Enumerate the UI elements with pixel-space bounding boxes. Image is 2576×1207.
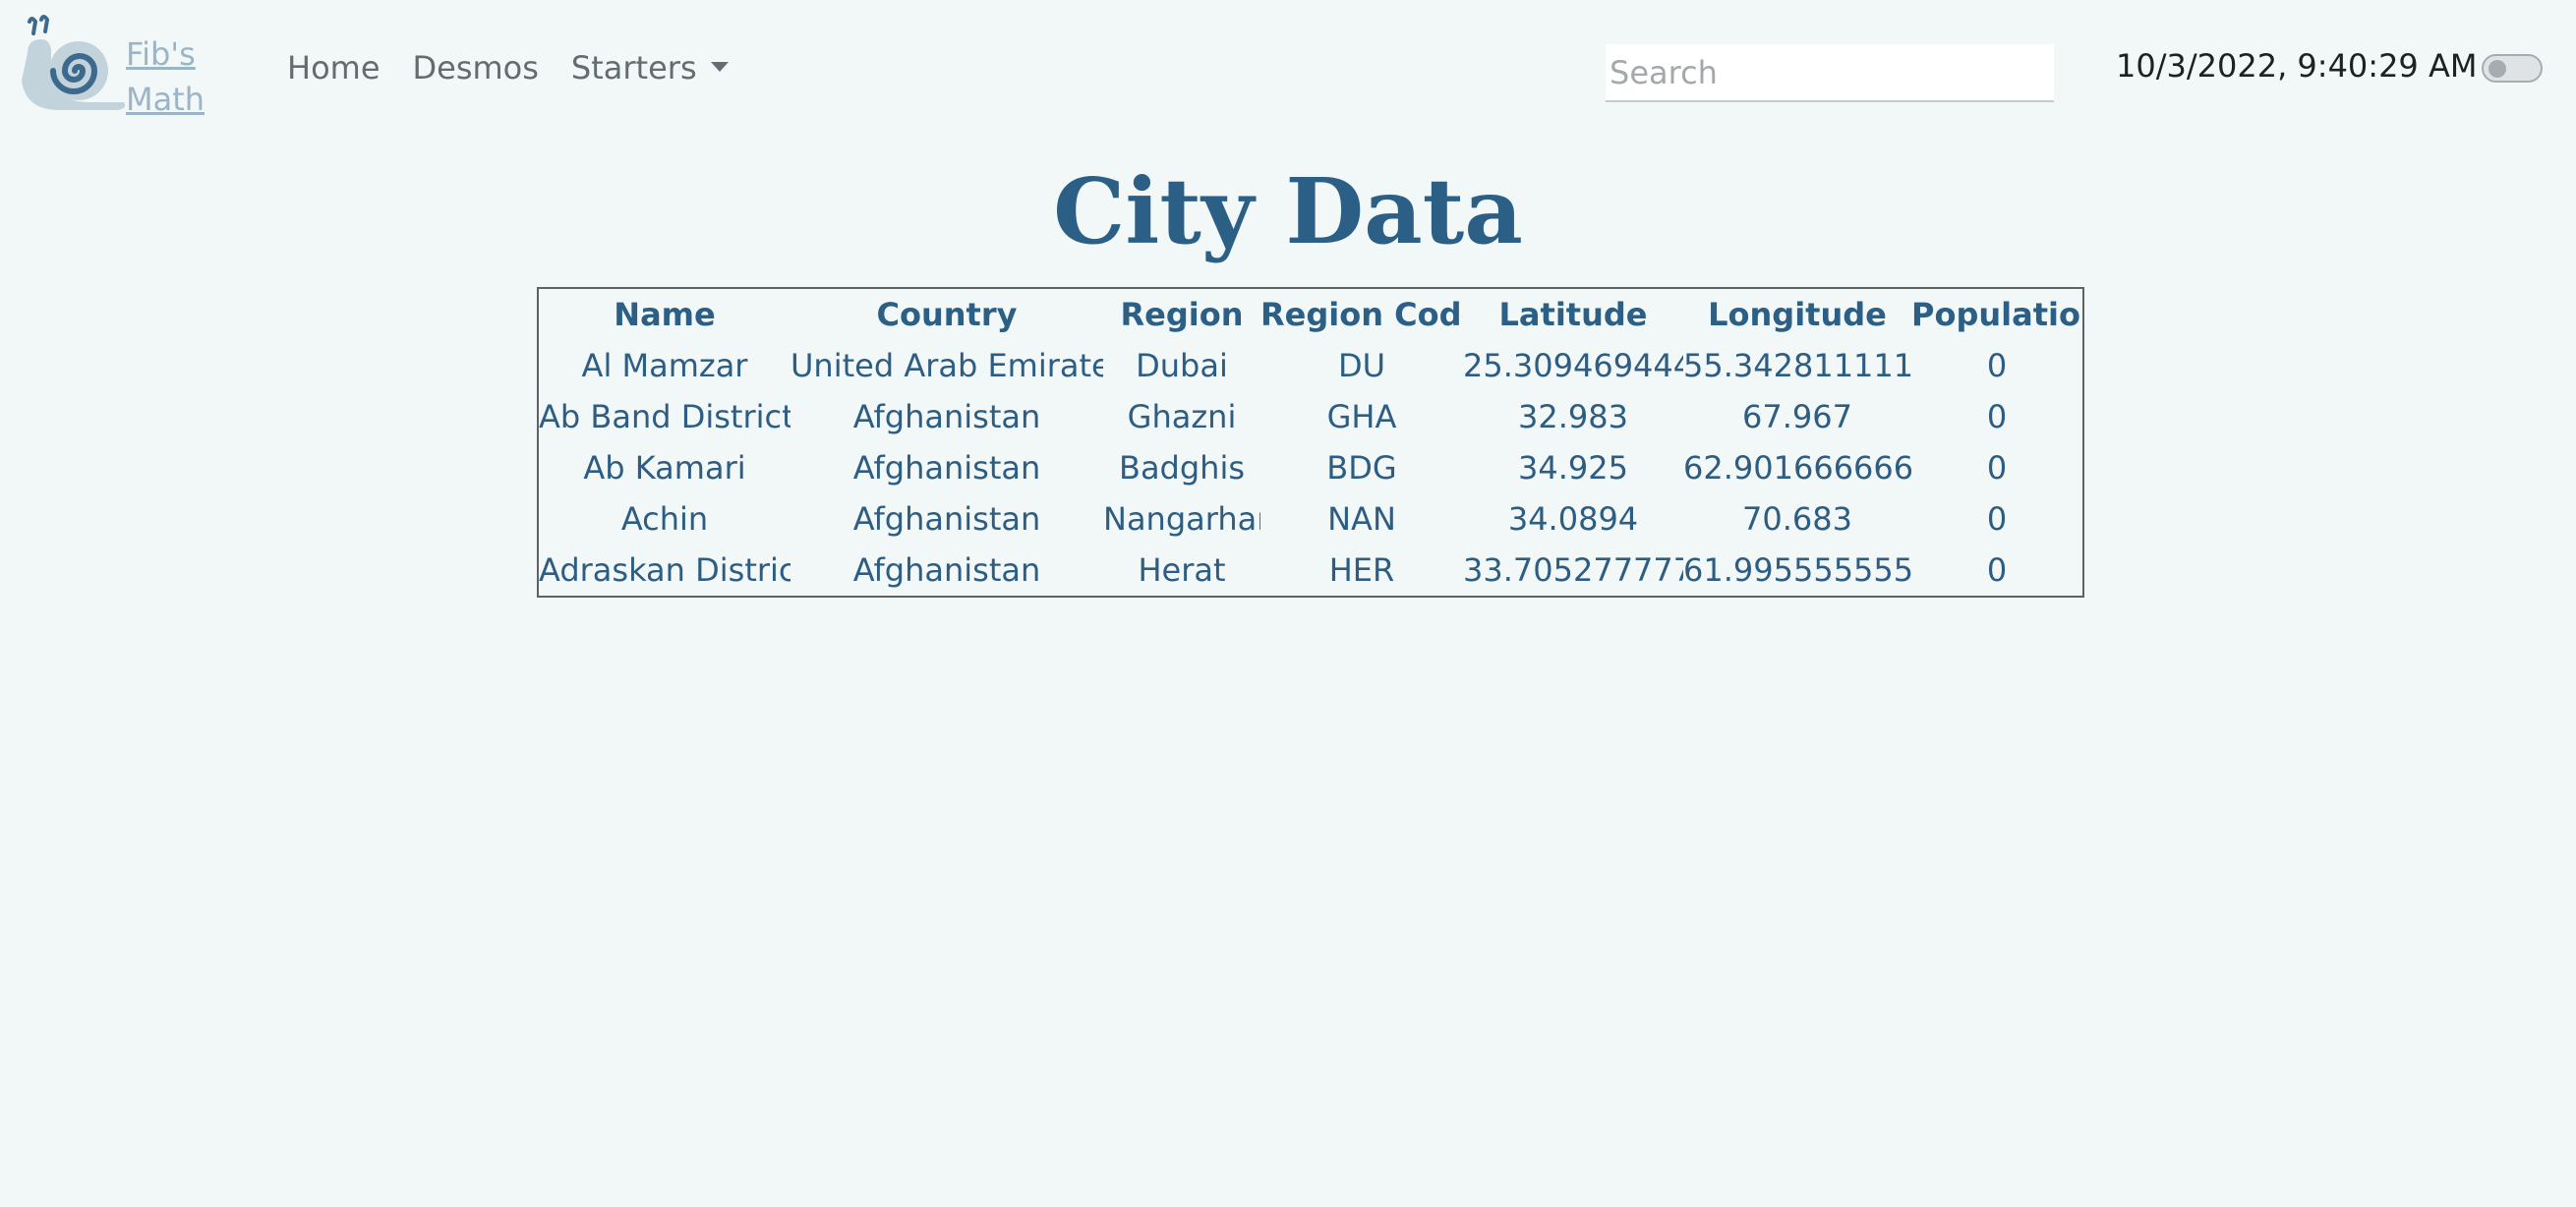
cell-region: Dubai [1136,347,1228,384]
table-row: Ab Kamari Afghanistan Badghis BDG 34.925… [539,442,2082,493]
cell-region: Badghis [1118,449,1246,487]
cell-region-code: BDG [1326,449,1397,487]
column-header-region: Region [1120,296,1244,333]
nav-links: Home Desmos Starters [287,49,761,86]
cell-region: Nangarhar [1103,500,1260,538]
cell-country: United Arab Emirates [790,347,1103,384]
caret-down-icon [710,62,729,72]
cell-population: 0 [1986,398,2008,435]
toggle-knob [2488,60,2506,78]
cell-latitude: 34.0894 [1507,500,1639,538]
brand-line-2: Math [126,81,205,118]
city-data-table: Name Country Region Region Code Latitude… [539,289,2082,596]
table-header-row: Name Country Region Region Code Latitude… [539,289,2082,340]
nav-desmos-link[interactable]: Desmos [413,49,539,86]
table-row: Ab Band District Afghanistan Ghazni GHA … [539,391,2082,442]
datetime-display: 10/3/2022, 9:40:29 AM [2116,47,2478,85]
cell-latitude: 33.705277777 [1463,551,1683,589]
page-title: City Data [1053,158,1523,264]
column-header-longitude: Longitude [1708,296,1887,333]
column-header-country: Country [876,296,1018,333]
cell-region-code: GHA [1326,398,1397,435]
column-header-region-code: Region Code [1260,296,1463,333]
snail-logo-icon [22,15,126,110]
cell-region: Ghazni [1127,398,1237,435]
cell-longitude: 70.683 [1742,500,1852,538]
cell-region-code: NAN [1327,500,1396,538]
brand-name[interactable]: Fib's Math [126,31,205,122]
cell-longitude: 62.901666666 [1683,449,1911,487]
cell-country: Afghanistan [852,449,1041,487]
cell-region-code: DU [1337,347,1386,384]
cell-latitude: 32.983 [1518,398,1628,435]
cell-name: Al Mamzar [581,347,748,384]
cell-population: 0 [1986,500,2008,538]
brand-link[interactable]: Fib's Math [20,14,206,122]
cell-region: Herat [1138,551,1226,589]
theme-toggle[interactable] [2482,54,2543,83]
column-header-name: Name [614,296,716,333]
city-data-table-container: Name Country Region Region Code Latitude… [537,287,2084,598]
cell-name: Ab Kamari [583,449,746,487]
column-header-population: Population [1911,296,2082,333]
nav-home-link[interactable]: Home [287,49,381,86]
cell-longitude: 61.995555555 [1683,551,1911,589]
cell-region-code: HER [1328,551,1395,589]
navbar: Fib's Math Home Desmos Starters 10/3/202… [0,0,2576,138]
table-row: Adraskan District Afghanistan Herat HER … [539,545,2082,596]
cell-name: Achin [620,500,709,538]
nav-starters-dropdown[interactable]: Starters [571,49,729,86]
cell-population: 0 [1986,347,2008,384]
cell-country: Afghanistan [852,500,1041,538]
cell-longitude: 67.967 [1742,398,1852,435]
brand-line-1: Fib's [126,35,196,73]
search-input[interactable] [1606,44,2054,102]
cell-name: Ab Band District [539,398,790,435]
cell-longitude: 55.342811111 [1683,347,1911,384]
cell-population: 0 [1986,551,2008,589]
cell-latitude: 34.925 [1518,449,1628,487]
cell-latitude: 25.309469444 [1463,347,1683,384]
cell-country: Afghanistan [852,551,1041,589]
column-header-latitude: Latitude [1498,296,1648,333]
table-row: Achin Afghanistan Nangarhar NAN 34.0894 … [539,493,2082,545]
cell-country: Afghanistan [852,398,1041,435]
cell-population: 0 [1986,449,2008,487]
nav-starters-label: Starters [570,49,697,86]
cell-name: Adraskan District [539,551,790,589]
table-row: Al Mamzar United Arab Emirates Dubai DU … [539,340,2082,391]
